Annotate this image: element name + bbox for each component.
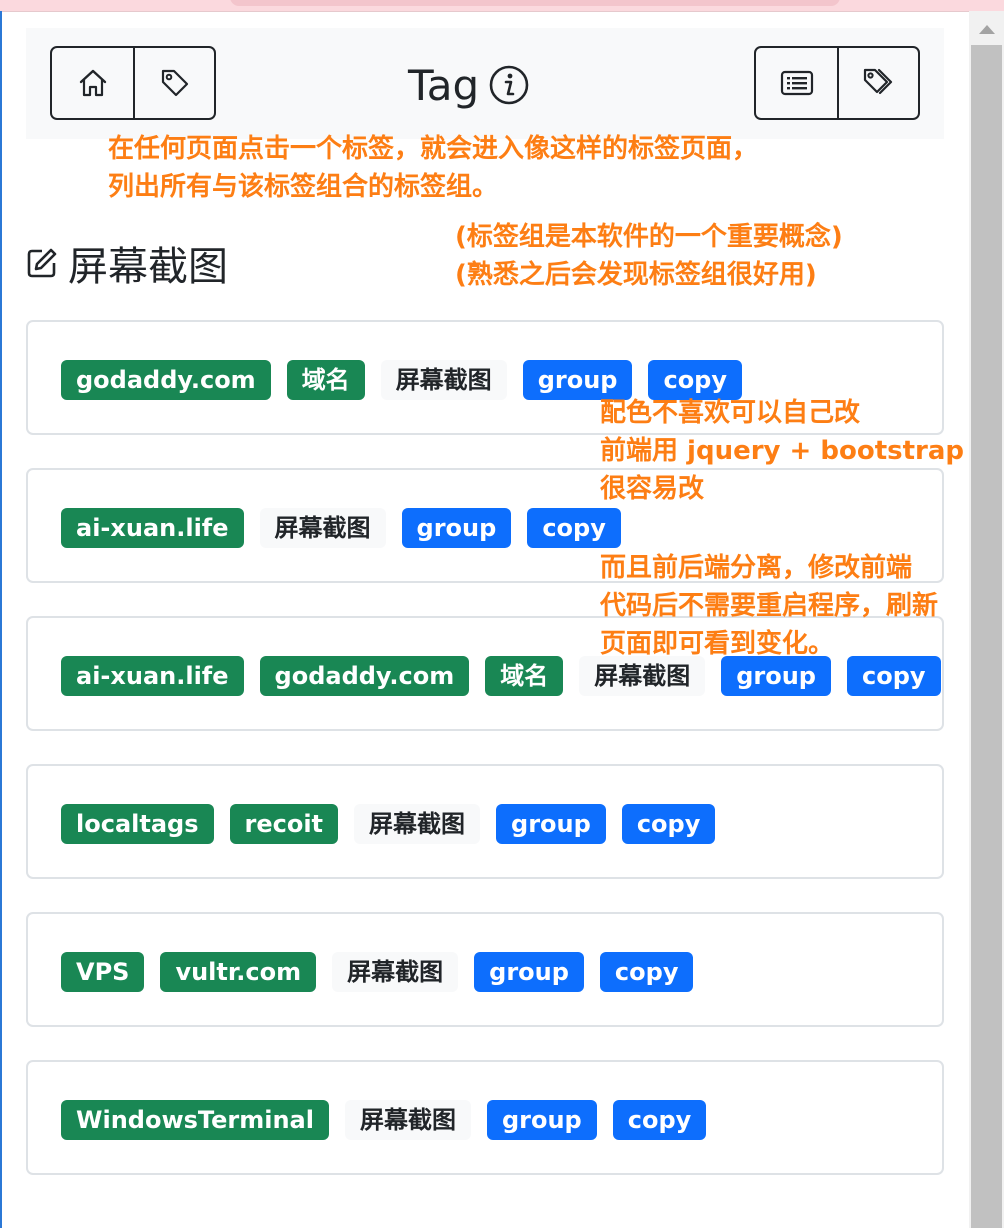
tag-row: localtags recoit 屏幕截图 group copy (61, 804, 716, 844)
page-header: Tag (26, 28, 944, 139)
style-annotation: 配色不喜欢可以自己改 前端用 jquery + bootstrap 很容易改 (600, 394, 964, 508)
annotation-line: 在任何页面点击一个标签，就会进入像这样的标签页面， (108, 134, 759, 164)
current-tag-badge[interactable]: 屏幕截图 (380, 360, 507, 400)
group-button[interactable]: group (401, 508, 512, 548)
nav-button-group (50, 46, 216, 120)
scroll-thumb[interactable] (971, 45, 1002, 1228)
tag-badge[interactable]: vultr.com (160, 952, 317, 992)
tags-icon (863, 68, 892, 95)
current-tag-badge[interactable]: 屏幕截图 (332, 952, 459, 992)
tag-badge[interactable]: recoit (229, 804, 339, 844)
annotation-line: 而且前后端分离，修改前端 (600, 553, 913, 583)
tag-badge[interactable]: 域名 (286, 360, 365, 400)
intro-annotation: 在任何页面点击一个标签，就会进入像这样的标签页面， 列出所有与该标签组合的标签组… (108, 130, 758, 206)
tag-badge[interactable]: localtags (61, 804, 214, 844)
current-tag-badge[interactable]: 屏幕截图 (344, 1100, 471, 1140)
vertical-scrollbar[interactable] (969, 11, 1004, 1228)
list-button[interactable] (756, 48, 837, 118)
copy-button[interactable]: copy (599, 952, 694, 992)
tag-badge[interactable]: 域名 (485, 656, 564, 696)
view-button-group (754, 46, 920, 120)
info-icon[interactable] (489, 65, 529, 105)
annotation-line: 配色不喜欢可以自己改 (600, 398, 861, 428)
list-icon (780, 70, 813, 96)
tag-row: WindowsTerminal 屏幕截图 group copy (61, 1100, 707, 1140)
home-button[interactable] (52, 48, 133, 118)
tag-row: ai-xuan.life 屏幕截图 group copy (61, 508, 621, 548)
tag-badge[interactable]: VPS (61, 952, 145, 992)
tag-badge[interactable]: ai-xuan.life (61, 656, 244, 696)
copy-button[interactable]: copy (621, 804, 716, 844)
tag-badge[interactable]: WindowsTerminal (61, 1100, 329, 1140)
copy-button[interactable]: copy (612, 1100, 707, 1140)
tag-badge[interactable]: ai-xuan.life (61, 508, 244, 548)
pencil-square-icon (27, 248, 57, 278)
tag-group-card: localtags recoit 屏幕截图 group copy (26, 764, 944, 879)
group-button[interactable]: group (474, 952, 584, 992)
annotation-line: 页面即可看到变化。 (600, 629, 835, 659)
home-icon (79, 69, 106, 97)
copy-button[interactable]: copy (527, 508, 621, 548)
annotation-line: (标签组是本软件的一个重要概念) (455, 222, 843, 252)
group-button[interactable]: group (496, 804, 606, 844)
tag-button[interactable] (133, 48, 214, 118)
scroll-up-arrow-icon[interactable] (979, 25, 995, 34)
tag-badge[interactable]: godaddy.com (61, 360, 271, 400)
annotation-line: 很容易改 (600, 474, 705, 504)
browser-top-strip (0, 0, 1004, 12)
current-tag-badge[interactable]: 屏幕截图 (259, 508, 386, 548)
annotation-line: (熟悉之后会发现标签组很好用) (455, 260, 817, 290)
tag-group-card: WindowsTerminal 屏幕截图 group copy (26, 1060, 944, 1175)
window-frame (0, 11, 2, 1228)
current-tag-badge[interactable]: 屏幕截图 (354, 804, 481, 844)
tag-icon (161, 69, 188, 97)
concept-annotation: (标签组是本软件的一个重要概念) (熟悉之后会发现标签组很好用) (455, 218, 843, 294)
tag-row: VPS vultr.com 屏幕截图 group copy (61, 952, 694, 992)
section-heading: 屏幕截图 (26, 236, 228, 290)
annotation-line: 代码后不需要重启程序，刷新 (600, 591, 939, 621)
page-title: Tag (408, 60, 480, 110)
section-title: 屏幕截图 (68, 244, 228, 290)
page-title-wrap: Tag (408, 58, 529, 112)
tag-group-card: VPS vultr.com 屏幕截图 group copy (26, 912, 944, 1027)
group-button[interactable]: group (486, 1100, 597, 1140)
annotation-line: 列出所有与该标签组合的标签组。 (108, 172, 499, 202)
address-pill (230, 0, 840, 6)
frontend-annotation: 而且前后端分离，修改前端 代码后不需要重启程序，刷新 页面即可看到变化。 (600, 549, 938, 663)
annotation-line: 前端用 jquery + bootstrap (600, 436, 965, 466)
tag-badge[interactable]: godaddy.com (259, 656, 470, 696)
tags-button[interactable] (837, 48, 918, 118)
